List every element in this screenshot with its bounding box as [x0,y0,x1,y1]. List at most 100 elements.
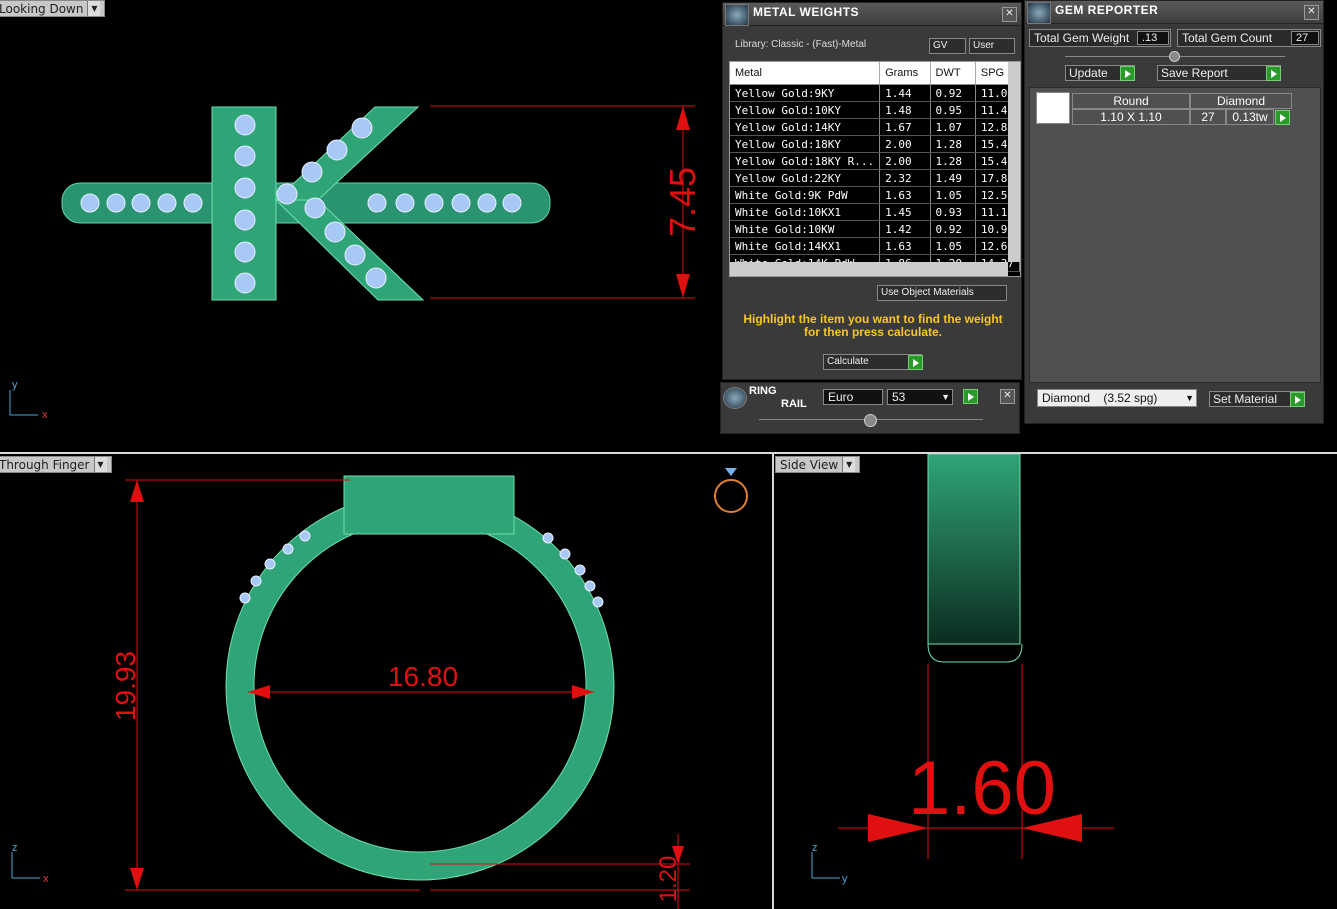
dimension-height-label: 19.93 [110,651,141,721]
user-toggle[interactable]: User [969,38,1015,54]
table-row[interactable]: Yellow Gold:18KY 2.00 1.28 15.41 [730,135,1020,153]
metal-weights-title: METAL WEIGHTS [753,5,860,19]
table-cell: 1.42 [879,220,931,238]
table-cell: 1.63 [879,237,931,255]
axis-x-label: x [42,409,48,421]
side-view-drawing: 1.60 z y [811,454,1114,885]
table-cell: 1.44 [879,84,931,102]
total-gem-count-text: 27 [1296,32,1309,44]
close-icon[interactable]: ✕ [1000,389,1015,404]
save-report-go-icon[interactable] [1266,66,1281,81]
view-select-looking-down[interactable]: Looking Down ▼ [0,0,106,17]
table-row[interactable]: Yellow Gold:10KY 1.48 0.95 11.45 [730,101,1020,119]
dimension-width-label: 1.60 [908,746,1056,831]
viewport-side-view[interactable]: 1.60 z y Side View ▼ [774,454,1337,909]
close-icon[interactable]: ✕ [1002,7,1017,22]
ring-standard-value: Euro [828,390,854,404]
gem-row-go-icon[interactable] [1275,110,1290,125]
table-row[interactable]: Yellow Gold:22KY 2.32 1.49 17.89 [730,169,1020,187]
save-report-button[interactable]: Save Report [1157,65,1281,81]
total-gem-weight-label-text: Total Gem Weight [1034,31,1130,45]
axis-y-label: z [12,842,18,854]
gem-reporter-titlebar[interactable]: GEM REPORTER ✕ [1025,1,1323,24]
chevron-down-icon[interactable]: ▼ [93,457,107,472]
table-cell: 0.92 [930,84,976,102]
table-cell: 2.00 [879,135,931,153]
chevron-down-icon[interactable]: ▼ [842,457,856,472]
set-material-label: Set Material [1213,392,1278,406]
ring-rail-slider-handle[interactable] [864,414,877,427]
table-cell: Yellow Gold:18KY [730,135,881,153]
close-icon[interactable]: ✕ [1304,5,1319,20]
vertical-scrollbar[interactable] [1008,62,1020,262]
metal-weights-titlebar[interactable]: METAL WEIGHTS ✕ [723,3,1021,26]
axis-y-label: y [12,379,18,391]
gem-reporter-title: GEM REPORTER [1055,3,1159,17]
table-cell: 1.28 [930,135,976,153]
table-row[interactable]: White Gold:9K PdW 1.63 1.05 12.59 [730,186,1020,204]
gv-toggle[interactable]: GV [929,38,966,54]
ring-rail-icon [723,387,747,409]
ring-rail-title: RING RAIL [749,385,807,411]
dimension-bottom-thickness-label: 1.20 [655,856,682,903]
metal-table-container[interactable]: Metal Grams DWT SPG Yellow Gold:9KY 1.44 0.92… [729,61,1021,277]
material-select[interactable]: Diamond (3.52 spg) ▼ [1037,389,1197,407]
gem-reporter-icon [1027,2,1051,24]
view-select-side-view[interactable]: Side View ▼ [775,456,861,473]
ring-rail-panel[interactable]: RING RAIL Euro 53 ▼ ✕ [720,382,1020,434]
chevron-down-icon[interactable]: ▼ [1185,390,1194,406]
table-cell: Yellow Gold:18KY R... [730,152,881,170]
table-cell: 1.49 [930,169,976,187]
table-cell: 2.00 [879,152,931,170]
chevron-down-icon[interactable]: ▼ [941,390,950,404]
chevron-down-icon[interactable]: ▼ [87,1,101,16]
gem-reporter-slider-handle[interactable] [1169,51,1180,62]
user-label: User [973,40,995,51]
metal-weights-panel[interactable]: METAL WEIGHTS ✕ Library: Classic - (Fast… [722,2,1022,380]
table-row[interactable]: Yellow Gold:14KY 1.67 1.07 12.88 [730,118,1020,136]
table-row[interactable]: Yellow Gold:9KY 1.44 0.92 11.08 [730,84,1020,102]
view-label: Through Finger [0,458,90,472]
column-header[interactable]: Metal [730,62,881,85]
table-cell: 1.07 [930,118,976,136]
table-cell: 0.95 [930,101,976,119]
gem-reporter-panel[interactable]: GEM REPORTER ✕ Total Gem Weight .13 Tota… [1024,0,1324,424]
set-material-go-icon[interactable] [1290,392,1305,407]
table-cell: Yellow Gold:10KY [730,101,881,119]
ring-size-standard[interactable]: Euro [823,389,883,405]
calculate-hint: Highlight the item you want to find the … [743,312,1003,339]
viewport-through-finger[interactable]: 19.93 16.80 1.20 z x Through Finger ▼ [0,454,772,909]
metal-weights-table[interactable]: Metal Grams DWT SPG Yellow Gold:9KY 1.44 0.92… [730,62,1020,272]
table-row[interactable]: Yellow Gold:18KY R... 2.00 1.28 15.41 [730,152,1020,170]
table-cell: 1.67 [879,118,931,136]
metal-weights-icon [725,4,749,26]
calculate-go-icon[interactable] [908,355,923,370]
table-row[interactable]: White Gold:14KX1 1.63 1.05 12.63 [730,237,1020,255]
table-cell: Yellow Gold:14KY [730,118,881,136]
axis-x-label: y [842,873,848,885]
view-select-through-finger[interactable]: Through Finger ▼ [0,456,112,473]
use-object-materials-label: Use Object Materials [881,287,974,298]
material-select-value: Diamond (3.52 spg) [1042,391,1158,405]
use-object-materials-toggle[interactable]: Use Object Materials [877,285,1007,301]
table-row[interactable]: White Gold:10KX1 1.45 0.93 11.18 [730,203,1020,221]
column-header[interactable]: Grams [879,62,931,85]
column-header[interactable]: DWT [930,62,976,85]
update-label: Update [1069,66,1108,80]
update-go-icon[interactable] [1120,66,1135,81]
save-report-label: Save Report [1161,66,1228,80]
table-cell: White Gold:9K PdW [730,186,881,204]
table-cell: White Gold:10KW [730,220,881,238]
horizontal-scrollbar[interactable] [730,262,1008,276]
ring-size-select[interactable]: 53 ▼ [887,389,953,405]
table-cell: Yellow Gold:22KY [730,169,881,187]
gv-label: GV [933,40,948,51]
table-cell: White Gold:10KX1 [730,203,881,221]
view-label: Side View [780,458,839,472]
total-gem-count-label-text: Total Gem Count [1182,31,1273,45]
through-finger-drawing: 19.93 16.80 1.20 z x [11,468,748,909]
ring-rail-go-icon[interactable] [963,389,978,404]
table-cell: 1.28 [930,152,976,170]
gem-list-area[interactable]: Round Diamond 1.10 X 1.10 27 0.13tw [1029,87,1321,383]
table-row[interactable]: White Gold:10KW 1.42 0.92 10.99 [730,220,1020,238]
